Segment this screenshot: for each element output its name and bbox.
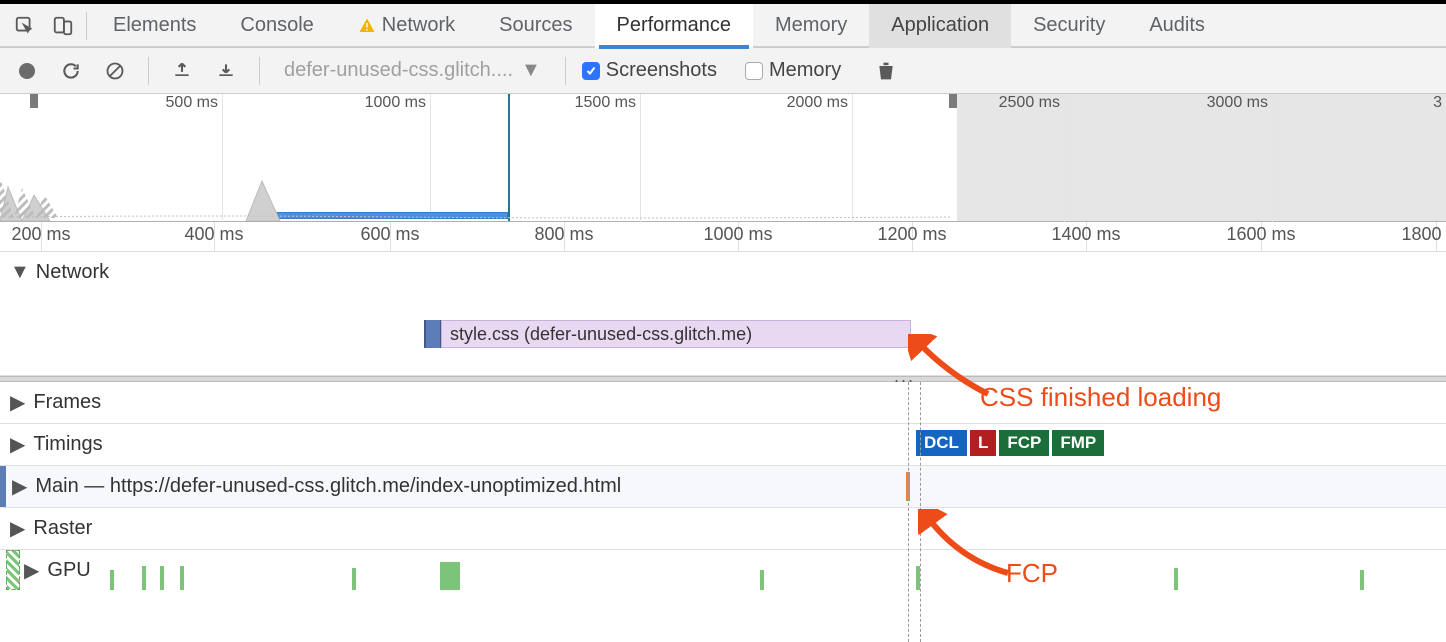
tab-performance[interactable]: Performance	[595, 4, 754, 48]
tab-security[interactable]: Security	[1011, 4, 1127, 48]
raster-track[interactable]: ▶ Raster	[0, 508, 1446, 550]
marker-line	[908, 382, 909, 642]
triangle-right-icon: ▶	[24, 558, 39, 583]
chevron-down-icon: ▼	[521, 59, 541, 82]
device-toolbar-icon[interactable]	[44, 6, 82, 46]
overview-handle-right[interactable]	[949, 94, 957, 108]
ruler-tick-label: 1800 ms	[1401, 224, 1446, 245]
network-track[interactable]: ▼ Network style.css (defer-unused-css.gl…	[0, 252, 1446, 376]
clear-button[interactable]	[98, 54, 132, 88]
overview-cpu-chart	[0, 167, 1446, 221]
triangle-right-icon: ▶	[10, 516, 25, 541]
triangle-right-icon: ▶	[10, 390, 25, 415]
save-profile-button[interactable]	[209, 54, 243, 88]
triangle-right-icon: ▶	[10, 432, 25, 457]
badge-dcl[interactable]: DCL	[916, 430, 967, 456]
timing-badges: DCL L FCP FMP	[916, 430, 1104, 456]
overview-tick-label: 500 ms	[166, 94, 222, 112]
gpu-tick	[110, 570, 114, 590]
tab-elements[interactable]: Elements	[91, 4, 218, 48]
marker-line	[920, 382, 921, 642]
annotation-css-loaded: CSS finished loading	[980, 382, 1221, 413]
overview-tick-label: 2500 ms	[999, 94, 1064, 112]
perf-toolbar: defer-unused-css.glitch.... ▼ Screenshot…	[0, 48, 1446, 94]
main-track-indicator	[0, 466, 6, 507]
ruler-tick-label: 1400 ms	[1051, 224, 1120, 245]
tab-audits[interactable]: Audits	[1127, 4, 1227, 48]
record-button[interactable]	[10, 54, 44, 88]
overview-handle-left[interactable]	[30, 94, 38, 108]
ruler-tick-label: 400 ms	[184, 224, 243, 245]
checkbox-unchecked-icon	[745, 62, 763, 80]
overview-timeline[interactable]: 500 ms 1000 ms 1500 ms 2000 ms 2500 ms 3…	[0, 94, 1446, 222]
ruler-tick-label: 600 ms	[360, 224, 419, 245]
ruler-tick-label: 1600 ms	[1226, 224, 1295, 245]
ruler-tick-label: 1200 ms	[877, 224, 946, 245]
overview-fps-hatch	[0, 158, 60, 218]
timings-track[interactable]: ▶ Timings DCL L FCP FMP	[0, 424, 1446, 466]
inspect-icon[interactable]	[6, 6, 44, 46]
overview-tick-label: 2000 ms	[787, 94, 852, 112]
overview-tick-label: 3	[1433, 94, 1446, 112]
gpu-block	[440, 562, 460, 590]
recording-select[interactable]: defer-unused-css.glitch.... ▼	[276, 59, 549, 82]
network-resource-bar[interactable]: style.css (defer-unused-css.glitch.me)	[441, 320, 911, 348]
network-connect-bar	[424, 320, 442, 348]
ruler-tick-label: 800 ms	[534, 224, 593, 245]
memory-checkbox[interactable]: Memory	[745, 59, 841, 82]
gpu-stripe	[6, 550, 20, 590]
badge-fcp[interactable]: FCP	[999, 430, 1049, 456]
ruler-tick-label: 1000 ms	[703, 224, 772, 245]
tab-network[interactable]: Network	[336, 4, 477, 48]
overview-tick-label: 1000 ms	[365, 94, 430, 112]
badge-l[interactable]: L	[970, 430, 996, 456]
ruler-tick-label: 200 ms	[11, 224, 70, 245]
detail-ruler[interactable]: 200 ms 400 ms 600 ms 800 ms 1000 ms 1200 ms 14…	[0, 222, 1446, 252]
tab-application[interactable]: Application	[869, 4, 1011, 48]
screenshots-checkbox[interactable]: Screenshots	[582, 59, 717, 82]
gpu-track[interactable]: ▶ GPU	[0, 550, 1446, 590]
triangle-down-icon: ▼	[10, 261, 30, 284]
collect-garbage-button[interactable]	[869, 54, 903, 88]
annotation-fcp: FCP	[1006, 558, 1058, 589]
load-profile-button[interactable]	[165, 54, 199, 88]
triangle-right-icon: ▶	[12, 474, 27, 499]
frames-track[interactable]: ▶ Frames	[0, 382, 1446, 424]
overview-tick-label: 1500 ms	[575, 94, 640, 112]
network-track-header[interactable]: ▼ Network	[0, 252, 1446, 292]
tab-memory[interactable]: Memory	[753, 4, 869, 48]
tab-sources[interactable]: Sources	[477, 4, 594, 48]
reload-button[interactable]	[54, 54, 88, 88]
tab-console[interactable]: Console	[218, 4, 335, 48]
overview-tick-label: 3000 ms	[1207, 94, 1272, 112]
warning-icon	[358, 17, 376, 35]
badge-fmp[interactable]: FMP	[1052, 430, 1104, 456]
flame-chart-area[interactable]: ▼ Network style.css (defer-unused-css.gl…	[0, 252, 1446, 590]
devtools-tabbar: Elements Console Network Sources Perform…	[0, 4, 1446, 48]
checkbox-checked-icon	[582, 62, 600, 80]
main-track[interactable]: ▶ Main — https://defer-unused-css.glitch…	[0, 466, 1446, 508]
